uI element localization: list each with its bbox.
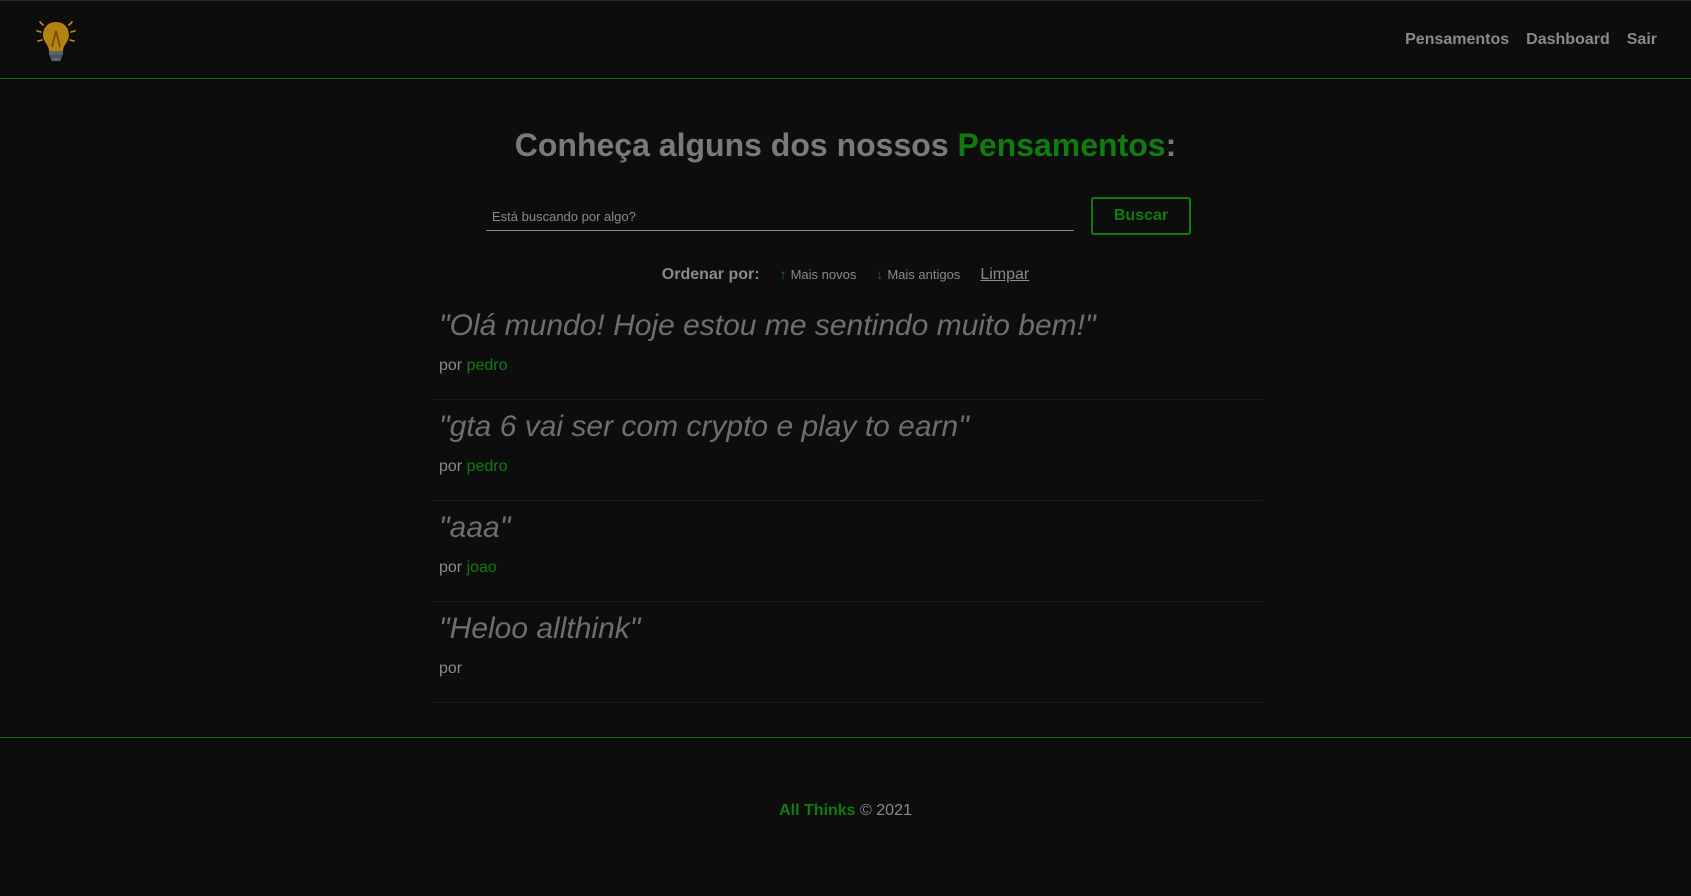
order-bar: Ordenar por: ↑ Mais novos ↓ Mais antigos… <box>0 266 1691 284</box>
footer: All Thinks © 2021 <box>0 737 1691 896</box>
arrow-down-icon: ↓ <box>876 266 884 282</box>
thought-text: "gta 6 vai ser com crypto e play to earn… <box>439 410 969 443</box>
footer-brand: All Thinks <box>779 802 856 819</box>
author-name: joao <box>466 559 497 576</box>
nav-link-pensamentos[interactable]: Pensamentos <box>1405 31 1509 49</box>
thought-text: "Heloo allthink" <box>439 612 641 645</box>
arrow-up-icon: ↑ <box>779 266 787 282</box>
thought-item: "Heloo allthink" por <box>432 602 1262 703</box>
page-title-accent: Pensamentos <box>957 127 1166 163</box>
thought-author: por pedro <box>439 357 508 375</box>
logo[interactable] <box>34 17 78 65</box>
order-newest-label: Mais novos <box>790 267 857 282</box>
thought-author: por <box>439 660 462 678</box>
thought-by-label: por <box>439 559 463 576</box>
thought-by-label: por <box>439 357 463 374</box>
page-title-prefix: Conheça alguns dos nossos <box>514 127 958 163</box>
thought-text: "Olá mundo! Hoje estou me sentindo muito… <box>439 309 1096 342</box>
navbar: Pensamentos Dashboard Sair <box>0 0 1691 79</box>
search-form: Buscar <box>486 197 1191 235</box>
thoughts-list: "Olá mundo! Hoje estou me sentindo muito… <box>432 299 1262 703</box>
nav-link-dashboard[interactable]: Dashboard <box>1526 31 1610 49</box>
thought-by-label: por <box>439 458 463 475</box>
search-input[interactable] <box>486 203 1074 231</box>
thought-text: "aaa" <box>439 511 511 544</box>
footer-text: All Thinks © 2021 <box>0 802 1691 820</box>
thought-author: por pedro <box>439 458 508 476</box>
order-oldest-label: Mais antigos <box>887 267 961 282</box>
nav-links: Pensamentos Dashboard Sair <box>1405 31 1657 49</box>
order-newest-button[interactable]: ↑ Mais novos <box>780 266 857 282</box>
thought-item: "gta 6 vai ser com crypto e play to earn… <box>432 400 1262 501</box>
thought-item: "aaa" por joao <box>432 501 1262 602</box>
order-label: Ordenar por: <box>661 266 760 283</box>
author-name: pedro <box>466 357 508 374</box>
thought-author: por joao <box>439 559 497 577</box>
main-content: Conheça alguns dos nossos Pensamentos: B… <box>0 79 1691 737</box>
lightbulb-icon <box>36 21 76 61</box>
thought-by-label: por <box>439 660 463 677</box>
page-title-suffix: : <box>1165 127 1177 163</box>
clear-order-link[interactable]: Limpar <box>980 266 1029 284</box>
author-name: pedro <box>466 458 508 475</box>
page-title: Conheça alguns dos nossos Pensamentos: <box>0 127 1691 164</box>
footer-copyright: © 2021 <box>860 802 912 819</box>
search-button[interactable]: Buscar <box>1091 197 1191 235</box>
order-oldest-button[interactable]: ↓ Mais antigos <box>876 266 960 282</box>
nav-link-sair[interactable]: Sair <box>1627 31 1657 49</box>
thought-item: "Olá mundo! Hoje estou me sentindo muito… <box>432 299 1262 400</box>
